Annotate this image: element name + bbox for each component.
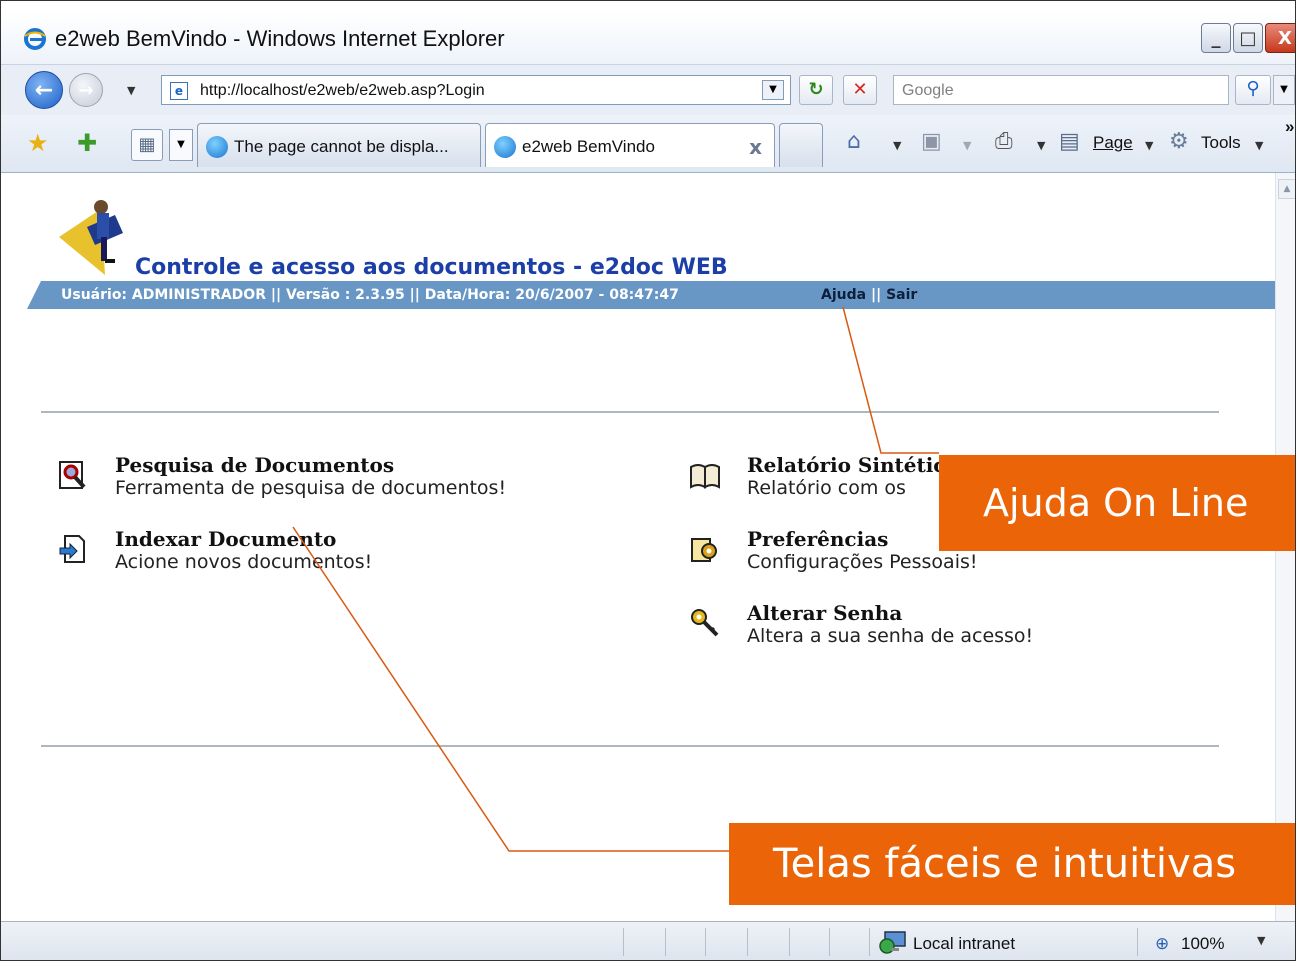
ie-tab-icon: [494, 136, 516, 158]
feeds-dropdown-icon[interactable]: ▼: [963, 139, 971, 152]
status-separator: [705, 928, 706, 956]
preferences-icon: [685, 529, 725, 569]
recent-pages-dropdown-icon[interactable]: ▼: [127, 84, 135, 97]
search-button[interactable]: ⚲: [1235, 75, 1271, 105]
minimize-button[interactable]: _: [1201, 23, 1231, 53]
add-favorites-icon[interactable]: ✚: [77, 129, 97, 157]
close-window-button[interactable]: X: [1265, 23, 1295, 53]
tab-label: e2web BemVindo: [522, 137, 655, 156]
menu-item-title[interactable]: Relatório Sintético: [747, 453, 959, 477]
info-bar: Usuário: ADMINISTRADOR || Versão : 2.3.9…: [27, 281, 1275, 309]
search-document-icon: [53, 455, 93, 495]
page-icon: ▤: [1059, 129, 1080, 154]
session-info: Usuário: ADMINISTRADOR || Versão : 2.3.9…: [61, 287, 679, 303]
address-bar[interactable]: e http://localhost/e2web/e2web.asp?Login…: [161, 75, 791, 105]
quick-tabs-button[interactable]: ▦: [131, 129, 163, 161]
favorites-star-icon[interactable]: ★: [27, 129, 49, 157]
help-link[interactable]: Ajuda: [821, 287, 866, 303]
tab-row: ★ ✚ ▦ ▼ The page cannot be displa... e2w…: [1, 115, 1295, 173]
status-separator: [1137, 928, 1138, 956]
menu-item-title[interactable]: Indexar Documento: [115, 527, 336, 551]
menu-item-desc: Relatório com os: [747, 477, 906, 499]
window-title: e2web BemVindo - Windows Internet Explor…: [55, 26, 505, 51]
forward-arrow-icon: →: [78, 79, 94, 101]
page-menu[interactable]: Page: [1093, 133, 1133, 153]
status-separator: [665, 928, 666, 956]
book-icon: [685, 455, 725, 495]
status-separator: [789, 928, 790, 956]
forward-button[interactable]: →: [69, 73, 103, 107]
zoom-dropdown-icon[interactable]: ▼: [1257, 934, 1265, 947]
refresh-button[interactable]: ↻: [799, 75, 833, 105]
ie-tab-icon: [206, 136, 228, 158]
app-title: Controle e acesso aos documentos - e2doc…: [135, 255, 728, 280]
status-separator: [747, 928, 748, 956]
exit-link[interactable]: Sair: [886, 287, 917, 303]
link-separator: ||: [866, 287, 887, 303]
close-tab-icon[interactable]: x: [749, 135, 762, 159]
home-icon[interactable]: ⌂: [847, 129, 861, 154]
menu-item-desc: Acione novos documentos!: [115, 551, 373, 573]
security-zone[interactable]: Local intranet: [913, 934, 1015, 954]
status-separator: [829, 928, 830, 956]
divider-bottom: [41, 745, 1219, 747]
divider-top: [41, 411, 1219, 413]
maximize-button[interactable]: □: [1233, 23, 1263, 53]
more-commands-chevron-icon[interactable]: »: [1285, 117, 1294, 137]
address-url[interactable]: http://localhost/e2web/e2web.asp?Login: [200, 82, 485, 100]
status-separator: [869, 928, 870, 956]
ie-logo-icon: [24, 28, 46, 50]
search-options-dropdown[interactable]: ▼: [1273, 75, 1295, 105]
close-icon: X: [1278, 27, 1292, 49]
print-dropdown-icon[interactable]: ▼: [1037, 139, 1045, 152]
search-placeholder: Google: [902, 82, 954, 99]
menu-item-title[interactable]: Alterar Senha: [747, 601, 902, 625]
minimize-icon: _: [1211, 27, 1221, 49]
status-bar: Local intranet ⊕ 100% ▼: [1, 921, 1295, 960]
back-arrow-icon: ←: [34, 77, 54, 103]
search-icon: ⚲: [1246, 78, 1260, 99]
tab-label: The page cannot be displa...: [234, 137, 449, 156]
menu-item-title[interactable]: Pesquisa de Documentos: [115, 453, 394, 477]
status-separator: [623, 928, 624, 956]
help-online-callout: Ajuda On Line: [939, 455, 1295, 551]
tab-list-dropdown[interactable]: ▼: [169, 129, 193, 161]
stop-button[interactable]: ✕: [843, 75, 877, 105]
tools-gear-icon: ⚙: [1169, 129, 1189, 154]
maximize-icon: □: [1239, 27, 1257, 49]
feeds-icon[interactable]: ▣: [921, 129, 942, 154]
import-document-icon: [53, 529, 93, 569]
back-button[interactable]: ←: [25, 71, 63, 109]
menu-item-desc: Altera a sua senha de acesso!: [747, 625, 1034, 647]
zoom-icon: ⊕: [1155, 934, 1170, 953]
print-icon[interactable]: ⎙: [995, 129, 1013, 154]
address-dropdown-icon[interactable]: ▼: [762, 80, 784, 100]
new-tab-button[interactable]: [779, 123, 823, 167]
page-icon: e: [170, 82, 188, 100]
tools-menu-dropdown-icon[interactable]: ▼: [1255, 139, 1263, 152]
quick-tabs-icon: ▦: [138, 134, 156, 155]
title-bar: e2web BemVindo - Windows Internet Explor…: [1, 11, 1295, 65]
browser-window: e2web BemVindo - Windows Internet Explor…: [0, 0, 1296, 961]
tools-menu[interactable]: Tools: [1201, 133, 1241, 153]
scroll-up-icon[interactable]: ▲: [1278, 179, 1295, 199]
home-dropdown-icon[interactable]: ▼: [893, 139, 901, 152]
page-menu-dropdown-icon[interactable]: ▼: [1145, 139, 1153, 152]
e2doc-logo: [59, 200, 123, 275]
tab-e2web-bemvindo[interactable]: e2web BemVindo x: [485, 123, 775, 167]
intuitive-screens-callout: Telas fáceis e intuitivas: [729, 823, 1295, 905]
address-row: ← → ▼ e http://localhost/e2web/e2web.asp…: [1, 65, 1295, 115]
search-input[interactable]: Google: [893, 75, 1229, 105]
info-links: Ajuda || Sair: [821, 287, 917, 303]
menu-item-desc: Ferramenta de pesquisa de documentos!: [115, 477, 507, 499]
menu-item-title[interactable]: Preferências: [747, 527, 888, 551]
zoom-level[interactable]: 100%: [1181, 934, 1224, 954]
tab-page-error[interactable]: The page cannot be displa...: [197, 123, 481, 167]
key-icon: [685, 603, 725, 643]
menu-item-desc: Configurações Pessoais!: [747, 551, 978, 573]
intranet-zone-icon: [879, 931, 906, 954]
